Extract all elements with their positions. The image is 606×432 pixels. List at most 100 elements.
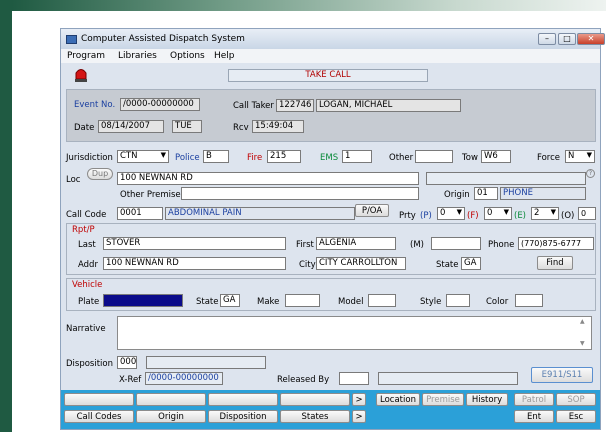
fkey-blank-1[interactable] xyxy=(64,393,134,406)
event-no-label: Event No. xyxy=(74,100,116,110)
e911-button[interactable]: E911/S11 xyxy=(531,367,593,383)
ent-button[interactable]: Ent xyxy=(514,410,554,423)
middle-field[interactable] xyxy=(431,237,481,250)
ems-label: EMS xyxy=(320,153,339,163)
fkey-blank-4[interactable] xyxy=(280,393,350,406)
xref-label: X-Ref xyxy=(119,375,142,385)
menu-libraries[interactable]: Libraries xyxy=(118,52,157,61)
prty-o-label: (O) xyxy=(561,211,575,221)
maximize-icon[interactable]: □ xyxy=(558,33,576,45)
rpt-section-label: Rpt/P xyxy=(72,225,95,235)
plate-field[interactable] xyxy=(103,294,183,307)
premise-button[interactable]: Premise xyxy=(422,393,464,406)
vehicle-state-field[interactable]: GA xyxy=(220,294,240,307)
fkey-blank-2[interactable] xyxy=(136,393,206,406)
city-field[interactable]: CITY CARROLLTON xyxy=(316,257,406,270)
call-codes-button[interactable]: Call Codes xyxy=(64,410,134,423)
other-field[interactable] xyxy=(415,150,453,163)
origin-button[interactable]: Origin xyxy=(136,410,206,423)
menu-options[interactable]: Options xyxy=(170,52,205,61)
app-icon xyxy=(66,35,77,44)
menu-program[interactable]: Program xyxy=(67,52,105,61)
scroll-up-icon[interactable]: ▲ xyxy=(580,318,585,325)
date-label: Date xyxy=(74,123,95,133)
scroll-down-icon[interactable]: ▼ xyxy=(580,340,585,347)
make-label: Make xyxy=(257,297,280,307)
disposition-code-field[interactable]: 000 xyxy=(117,356,137,369)
model-field[interactable] xyxy=(368,294,396,307)
disposition-button[interactable]: Disposition xyxy=(208,410,278,423)
other-label: Other xyxy=(389,153,414,163)
first-field[interactable]: ALGENIA xyxy=(316,237,396,250)
call-taker-id-field: 122746 xyxy=(276,99,314,112)
find-button[interactable]: Find xyxy=(537,256,573,270)
police-field[interactable]: B xyxy=(203,150,229,163)
released-by-name-field xyxy=(378,372,518,385)
fkey-blank-3[interactable] xyxy=(208,393,278,406)
phone-field[interactable]: (770)875-6777 xyxy=(518,237,594,250)
help-circle-icon[interactable]: ? xyxy=(586,169,595,178)
other-premise-label: Other Premise xyxy=(120,190,181,200)
xref-field: /0000-00000000 xyxy=(145,372,223,385)
rcv-field: 15:49:04 xyxy=(252,120,304,133)
chevron-down-icon: ▼ xyxy=(550,208,556,216)
fire-field[interactable]: 215 xyxy=(267,150,301,163)
color-field[interactable] xyxy=(515,294,543,307)
chevron-down-icon: ▼ xyxy=(160,151,166,159)
origin-name-field: PHONE xyxy=(500,187,586,200)
loc-extra-field xyxy=(426,172,586,185)
tow-field[interactable]: W6 xyxy=(481,150,511,163)
history-button[interactable]: History xyxy=(466,393,508,406)
row1-next-button[interactable]: > xyxy=(352,393,366,406)
jurisdiction-select[interactable]: CTN ▼ xyxy=(117,150,169,163)
event-no-field: /0000-00000000 xyxy=(120,98,200,111)
origin-code-field[interactable]: 01 xyxy=(474,187,498,200)
released-by-label: Released By xyxy=(277,375,330,385)
prty-p-label: (P) xyxy=(420,211,432,221)
prty-e-label: (E) xyxy=(514,211,527,221)
last-field[interactable]: STOVER xyxy=(103,237,286,250)
jurisdiction-label: Jurisdiction xyxy=(66,153,113,163)
location-button[interactable]: Location xyxy=(376,393,420,406)
model-label: Model xyxy=(338,297,364,307)
phone-label: Phone xyxy=(488,240,515,250)
menu-help[interactable]: Help xyxy=(214,52,235,61)
prty-o-select[interactable]: 0 xyxy=(578,207,596,220)
narrative-textarea[interactable] xyxy=(117,316,592,350)
force-label: Force xyxy=(537,153,560,163)
dup-button[interactable]: Dup xyxy=(87,168,113,180)
prty-f-select[interactable]: 0 ▼ xyxy=(484,207,512,220)
addr-label: Addr xyxy=(78,260,98,270)
style-field[interactable] xyxy=(446,294,470,307)
narrative-label: Narrative xyxy=(66,324,106,334)
prty-e-select[interactable]: 2 ▼ xyxy=(531,207,559,220)
close-icon[interactable]: ✕ xyxy=(577,33,605,45)
disposition-desc-field xyxy=(146,356,266,369)
last-label: Last xyxy=(78,240,96,250)
released-by-field[interactable] xyxy=(339,372,369,385)
prty-p-select[interactable]: 0 ▼ xyxy=(437,207,465,220)
call-description-field: ABDOMINAL PAIN xyxy=(165,207,355,220)
call-taker-label: Call Taker xyxy=(233,101,274,111)
rpt-state-field[interactable]: GA xyxy=(461,257,481,270)
minimize-icon[interactable]: – xyxy=(538,33,556,45)
other-premise-field[interactable] xyxy=(181,187,419,200)
states-button[interactable]: States xyxy=(280,410,350,423)
make-field[interactable] xyxy=(285,294,320,307)
loc-field[interactable]: 100 NEWNAN RD xyxy=(117,172,419,185)
prty-label: Prty xyxy=(399,211,416,221)
esc-button[interactable]: Esc xyxy=(556,410,596,423)
patrol-button[interactable]: Patrol xyxy=(514,393,554,406)
ems-field[interactable]: 1 xyxy=(342,150,372,163)
call-code-field[interactable]: 0001 xyxy=(117,207,163,220)
force-select[interactable]: N ▼ xyxy=(565,150,595,163)
sop-button[interactable]: SOP xyxy=(556,393,596,406)
vehicle-state-label: State xyxy=(196,297,219,307)
date-field: 08/14/2007 xyxy=(98,120,164,133)
siren-icon xyxy=(74,66,88,82)
addr-field[interactable]: 100 NEWNAN RD xyxy=(103,257,286,270)
first-label: First xyxy=(296,240,314,250)
police-label: Police xyxy=(175,153,200,163)
poa-button[interactable]: P/OA xyxy=(355,204,389,217)
row2-next-button[interactable]: > xyxy=(352,410,366,423)
